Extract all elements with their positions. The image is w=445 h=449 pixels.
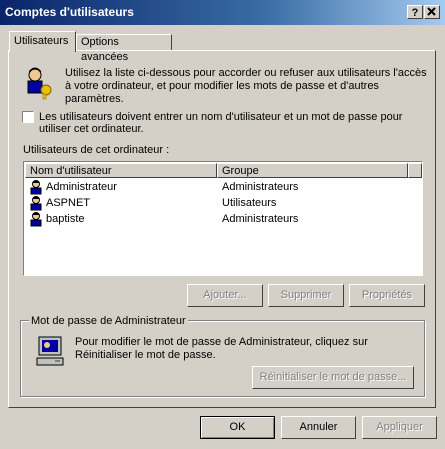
table-row[interactable]: Administrateur Administrateurs	[26, 179, 416, 195]
table-row[interactable]: baptiste Administrateurs	[26, 211, 416, 227]
user-group: Utilisateurs	[222, 197, 277, 209]
tab-utilisateurs[interactable]: Utilisateurs	[9, 31, 76, 52]
user-name: ASPNET	[46, 197, 91, 209]
window-title: Comptes d'utilisateurs	[5, 5, 134, 19]
admin-password-text-line1: Pour modifier le mot de passe de Adminis…	[75, 336, 368, 348]
require-login-checkbox[interactable]	[22, 111, 34, 123]
user-group: Administrateurs	[222, 213, 299, 225]
computer-icon	[36, 336, 64, 366]
tab-label: Utilisateurs	[14, 35, 69, 47]
column-header-filler	[408, 163, 422, 178]
properties-button[interactable]: Propriétés	[349, 284, 425, 307]
cancel-button[interactable]: Annuler	[281, 416, 356, 439]
users-keys-icon	[27, 67, 52, 100]
column-header-group[interactable]: Groupe	[217, 163, 408, 178]
user-group: Administrateurs	[222, 181, 299, 193]
intro-text-line3: paramètres.	[65, 93, 124, 105]
column-header-username[interactable]: Nom d'utilisateur	[25, 163, 217, 178]
admin-password-text-line2: Réinitialiser le mot de passe.	[75, 349, 216, 361]
intro-text-line1: Utilisez la liste ci-dessous pour accord…	[65, 67, 427, 79]
users-listview[interactable]: Nom d'utilisateur Groupe Administrateur …	[23, 161, 423, 276]
close-button[interactable]	[424, 5, 440, 19]
add-user-button[interactable]: Ajouter...	[187, 284, 263, 307]
delete-user-button[interactable]: Supprimer	[268, 284, 344, 307]
user-accounts-dialog: Comptes d'utilisateurs ? Utilisateurs Op…	[0, 0, 445, 449]
title-bar[interactable]: Comptes d'utilisateurs ?	[0, 0, 445, 25]
apply-button[interactable]: Appliquer	[362, 416, 437, 439]
ok-button[interactable]: OK	[200, 416, 275, 439]
user-icon	[30, 180, 42, 195]
admin-password-group-label: Mot de passe de Administrateur	[29, 315, 188, 327]
table-row[interactable]: ASPNET Utilisateurs	[26, 195, 416, 211]
reset-password-button[interactable]: Réinitialiser le mot de passe...	[252, 366, 414, 389]
user-name: baptiste	[46, 213, 85, 225]
close-icon	[427, 7, 436, 16]
user-icon	[30, 212, 42, 227]
users-list-heading: Utilisateurs de cet ordinateur :	[23, 144, 170, 156]
tab-options-avancees[interactable]: Options avancées	[76, 34, 172, 63]
user-icon	[30, 196, 42, 211]
user-name: Administrateur	[46, 181, 117, 193]
help-button[interactable]: ?	[407, 5, 423, 19]
require-login-label-line2[interactable]: utiliser cet ordinateur.	[39, 123, 144, 136]
intro-text-line2: à votre ordinateur, et pour modifier les…	[65, 80, 379, 92]
